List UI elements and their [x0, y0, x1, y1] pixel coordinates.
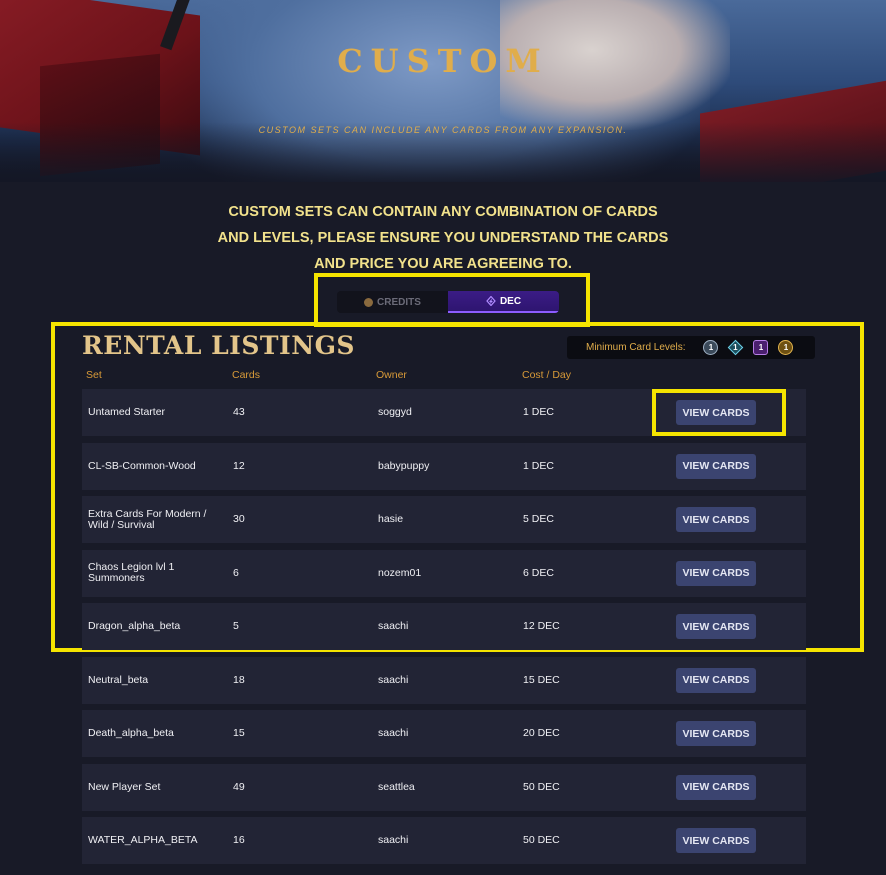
dec-icon	[486, 296, 496, 306]
credits-toggle-option[interactable]: CREDITS	[337, 291, 448, 313]
row-cost: 20 DEC	[523, 727, 560, 739]
row-owner: nozem01	[378, 566, 422, 579]
dec-toggle-option[interactable]: DEC	[448, 291, 559, 313]
row-cost: 5 DEC	[523, 513, 554, 525]
listings-table-header: Set Cards Owner Cost / Day	[86, 369, 806, 383]
row-set-name: Dragon_alpha_beta	[88, 620, 181, 632]
view-cards-button[interactable]: VIEW CARDS	[676, 774, 756, 800]
row-owner: saachi	[378, 620, 409, 632]
min-levels-label: Minimum Card Levels:	[586, 342, 686, 353]
table-row: Extra Cards For Modern / Wild / Survival…	[82, 496, 806, 543]
row-owner: saachi	[378, 673, 409, 686]
row-card-count: 5	[233, 620, 239, 632]
row-cost: 1 DEC	[523, 459, 554, 472]
row-cost: 50 DEC	[523, 834, 560, 846]
view-cards-button[interactable]: VIEW CARDS	[676, 614, 756, 639]
view-cards-button[interactable]: VIEW CARDS	[676, 453, 756, 479]
dec-option-label: DEC	[499, 295, 522, 307]
row-cost: 15 DEC	[523, 673, 560, 686]
credits-option-label: CREDITS	[377, 296, 421, 308]
column-header-cost[interactable]: Cost / Day	[522, 369, 571, 381]
row-card-count: 43	[233, 406, 245, 418]
view-cards-highlight-box	[652, 389, 786, 436]
row-owner: soggyd	[378, 406, 412, 418]
custom-sets-notice: CUSTOM SETS CAN CONTAIN ANY COMBINATION …	[200, 199, 686, 277]
row-owner: babypuppy	[378, 459, 430, 472]
view-cards-button[interactable]: VIEW CARDS	[676, 560, 756, 586]
listings-table-body: Untamed Starter 43 soggyd 1 DEC VIEW CAR…	[82, 389, 806, 871]
rare-level-value: 1	[733, 342, 739, 352]
epic-level-icon[interactable]: 1	[753, 340, 769, 355]
hero-banner: CUSTOM CUSTOM SETS CAN INCLUDE ANY CARDS…	[0, 0, 886, 182]
table-row: Chaos Legion lvl 1 Summoners 6 nozem01 6…	[82, 549, 806, 597]
row-set-name: New Player Set	[88, 780, 161, 793]
table-row: Neutral_beta 18 saachi 15 DEC VIEW CARDS	[82, 656, 806, 704]
table-row: Death_alpha_beta 15 saachi 20 DEC VIEW C…	[82, 710, 806, 757]
notice-line: AND LEVELS, PLEASE ENSURE YOU UNDERSTAND…	[217, 230, 669, 246]
row-set-name: Untamed Starter	[88, 406, 166, 418]
table-row: Dragon_alpha_beta 5 saachi 12 DEC VIEW C…	[82, 603, 806, 650]
page-subtitle: CUSTOM SETS CAN INCLUDE ANY CARDS FROM A…	[258, 125, 628, 135]
common-level-icon[interactable]: 1	[703, 340, 719, 355]
row-set-name: CL-SB-Common-Wood	[88, 459, 196, 472]
row-card-count: 12	[233, 459, 245, 472]
row-set-name: Neutral_beta	[88, 673, 149, 686]
row-owner: saachi	[378, 834, 409, 846]
currency-toggle[interactable]: CREDITS DEC	[337, 291, 559, 313]
row-set-name: WATER_ALPHA_BETA	[88, 834, 198, 846]
row-card-count: 6	[233, 566, 239, 579]
row-set-name: Extra Cards For Modern / Wild / Survival	[88, 507, 207, 531]
legendary-level-icon[interactable]: 1	[778, 340, 794, 355]
row-set-name: Chaos Legion lvl 1 Summoners	[88, 561, 175, 584]
row-cost: 50 DEC	[523, 780, 560, 793]
row-card-count: 30	[233, 513, 245, 525]
column-header-owner[interactable]: Owner	[376, 369, 407, 381]
rental-listings-title: RENTAL LISTINGS	[82, 331, 355, 360]
view-cards-button[interactable]: VIEW CARDS	[676, 721, 756, 746]
row-owner: hasie	[378, 513, 404, 525]
custom-sets-page: CUSTOM CUSTOM SETS CAN INCLUDE ANY CARDS…	[0, 0, 886, 875]
column-header-set[interactable]: Set	[86, 369, 102, 381]
credits-coin-icon	[364, 297, 374, 307]
view-cards-button[interactable]: VIEW CARDS	[676, 667, 756, 693]
view-cards-button[interactable]: VIEW CARDS	[676, 828, 756, 853]
row-card-count: 16	[233, 834, 245, 846]
row-card-count: 15	[233, 727, 245, 739]
row-cost: 1 DEC	[523, 406, 554, 418]
view-cards-button[interactable]: VIEW CARDS	[676, 507, 756, 532]
minimum-card-levels: Minimum Card Levels: 1 1 1 1	[567, 336, 815, 359]
notice-line: CUSTOM SETS CAN CONTAIN ANY COMBINATION …	[228, 204, 658, 220]
row-cost: 12 DEC	[523, 620, 560, 632]
row-cost: 6 DEC	[523, 566, 554, 579]
row-owner: seattlea	[378, 780, 415, 793]
table-row: WATER_ALPHA_BETA 16 saachi 50 DEC VIEW C…	[82, 817, 806, 864]
row-card-count: 18	[233, 673, 245, 686]
row-owner: saachi	[378, 727, 409, 739]
column-header-cards[interactable]: Cards	[232, 369, 260, 381]
table-row: CL-SB-Common-Wood 12 babypuppy 1 DEC VIE…	[82, 442, 806, 490]
row-card-count: 49	[233, 780, 245, 793]
table-row: New Player Set 49 seattlea 50 DEC VIEW C…	[82, 763, 806, 811]
rare-level-icon[interactable]: 1	[728, 339, 744, 356]
row-set-name: Death_alpha_beta	[88, 727, 174, 739]
page-title: CUSTOM	[337, 42, 549, 80]
